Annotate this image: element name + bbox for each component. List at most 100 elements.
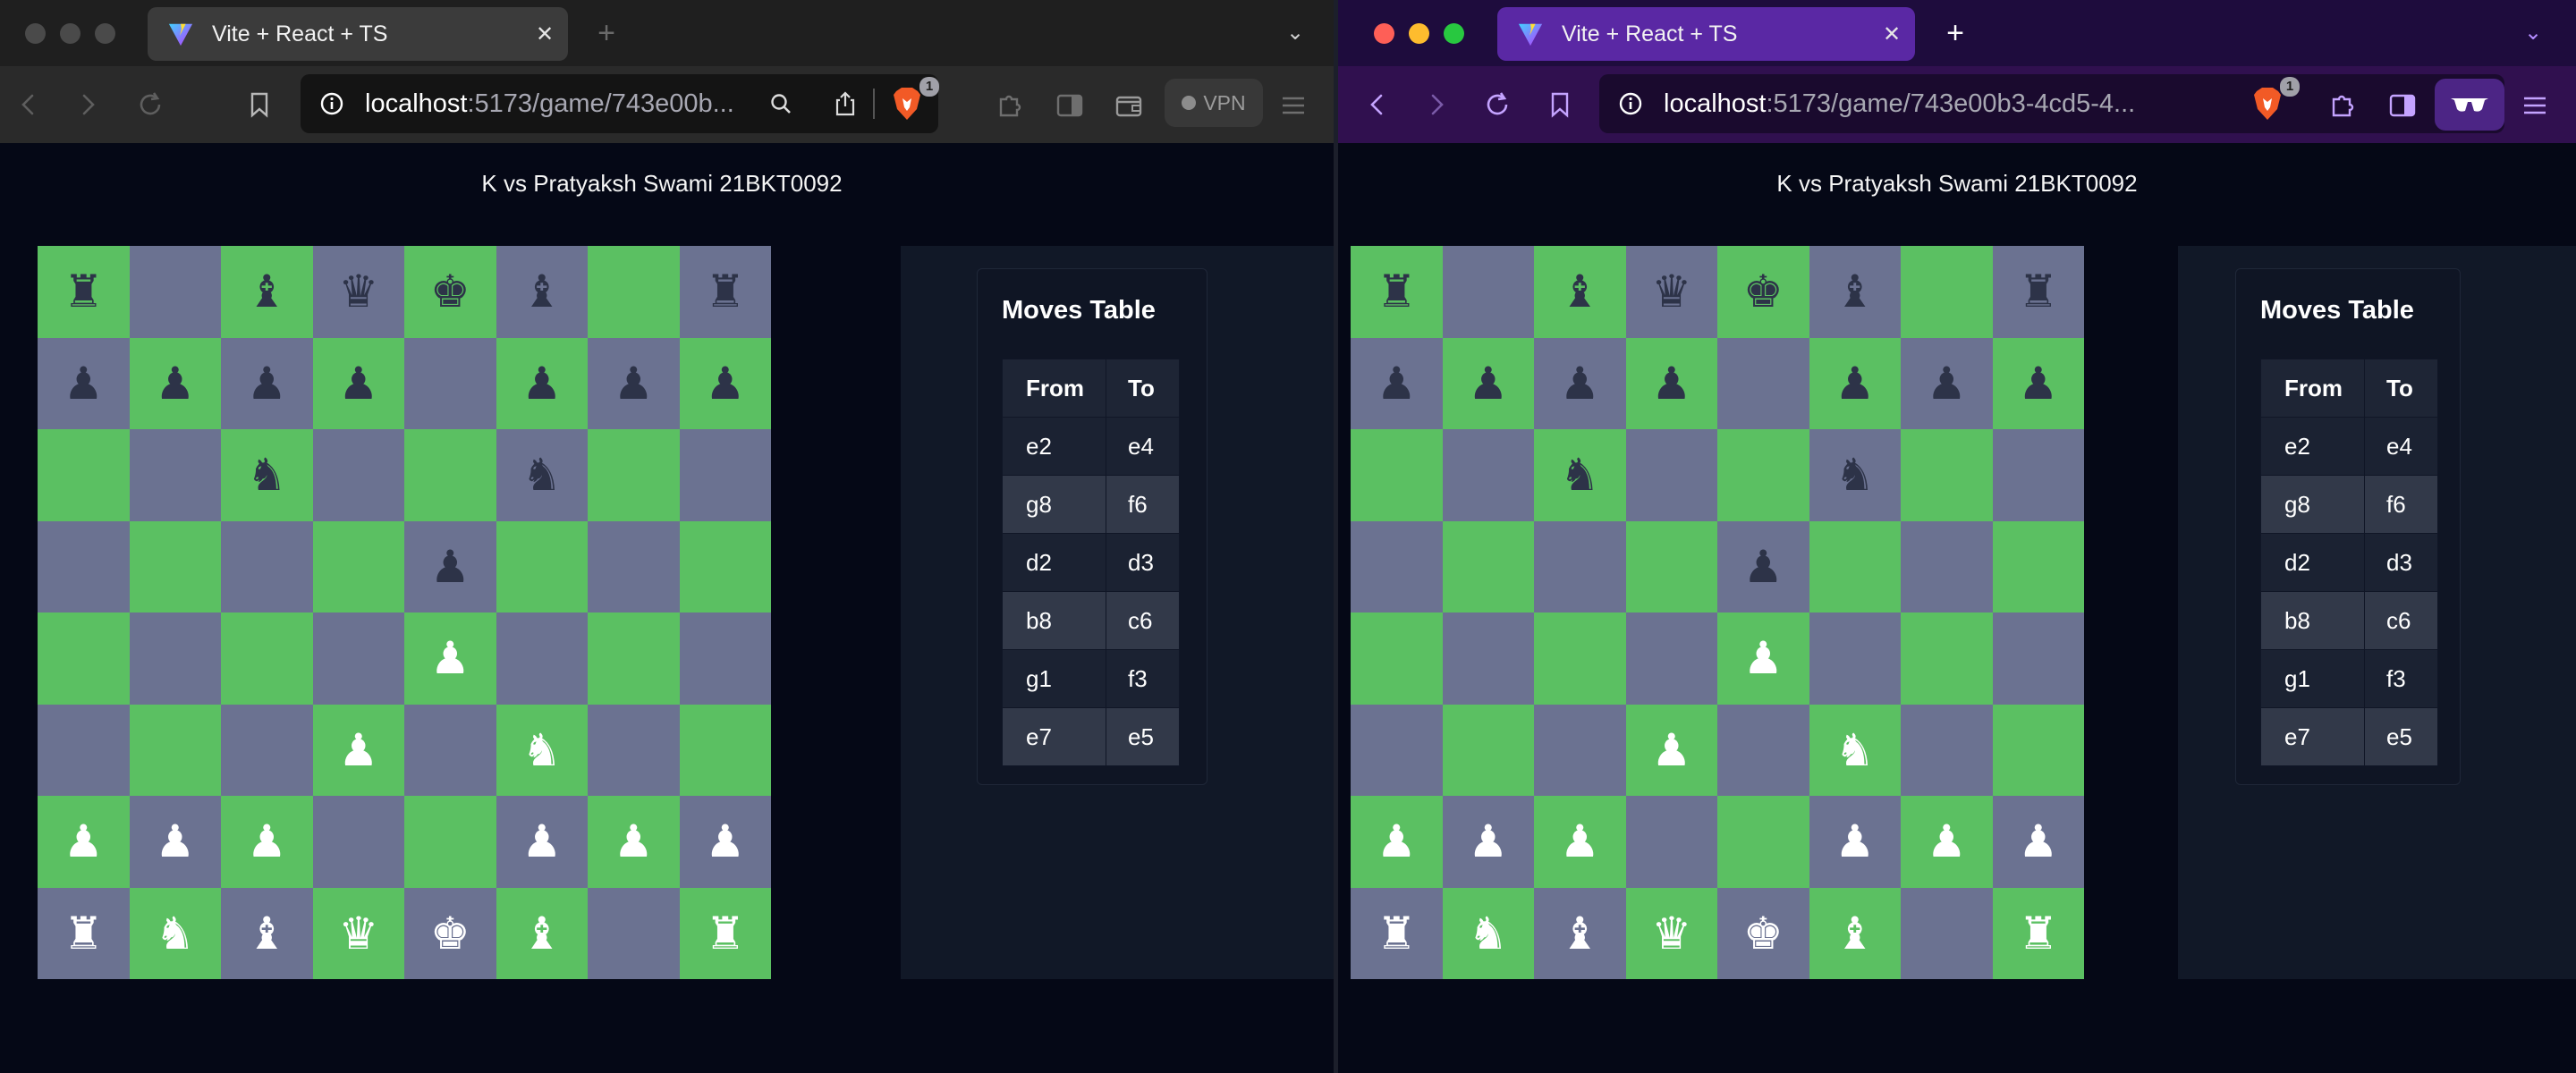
black-rook-icon[interactable]: ♜ [1377, 269, 1417, 314]
new-tab-button[interactable]: + [1937, 16, 1973, 50]
black-pawn-icon[interactable]: ♟ [1468, 361, 1508, 406]
square-h3[interactable] [1992, 704, 2084, 796]
square-d8[interactable]: ♛ [1625, 246, 1717, 338]
square-c8[interactable]: ♝ [221, 246, 313, 338]
forward-arrow-icon[interactable] [1419, 87, 1454, 123]
square-e4[interactable]: ♟ [1717, 613, 1809, 705]
square-g1[interactable] [1901, 887, 1993, 979]
back-arrow-icon[interactable] [11, 87, 47, 123]
square-g3[interactable] [588, 704, 680, 796]
menu-icon[interactable] [1277, 89, 1309, 122]
black-pawn-icon[interactable]: ♟ [1927, 361, 1967, 406]
square-h1[interactable]: ♜ [1992, 887, 2084, 979]
square-e6[interactable] [404, 429, 496, 521]
white-pawn-icon[interactable]: ♟ [1651, 728, 1691, 773]
black-pawn-icon[interactable]: ♟ [338, 361, 378, 406]
square-f6[interactable]: ♞ [496, 429, 588, 521]
white-pawn-icon[interactable]: ♟ [1743, 636, 1784, 680]
black-king-icon[interactable]: ♚ [1743, 269, 1784, 314]
square-e8[interactable]: ♚ [404, 246, 496, 338]
square-b6[interactable] [129, 429, 221, 521]
square-g7[interactable]: ♟ [1901, 337, 1993, 429]
square-h3[interactable] [679, 704, 771, 796]
square-e1[interactable]: ♚ [1717, 887, 1809, 979]
square-e2[interactable] [404, 796, 496, 888]
black-king-icon[interactable]: ♚ [430, 269, 470, 314]
back-arrow-icon[interactable] [1360, 87, 1395, 123]
extensions-icon[interactable] [2327, 89, 2360, 122]
square-b3[interactable] [129, 704, 221, 796]
square-h6[interactable] [679, 429, 771, 521]
black-pawn-icon[interactable]: ♟ [1560, 361, 1600, 406]
square-g2[interactable]: ♟ [1901, 796, 1993, 888]
square-b1[interactable]: ♞ [129, 887, 221, 979]
white-knight-icon[interactable]: ♞ [1835, 728, 1875, 773]
square-h2[interactable]: ♟ [679, 796, 771, 888]
white-bishop-icon[interactable]: ♝ [521, 911, 562, 956]
square-a5[interactable] [1351, 520, 1443, 613]
square-a7[interactable]: ♟ [38, 337, 130, 429]
bookmark-icon[interactable] [242, 87, 277, 123]
square-b4[interactable] [1442, 613, 1534, 705]
white-pawn-icon[interactable]: ♟ [1927, 819, 1967, 864]
square-g7[interactable]: ♟ [588, 337, 680, 429]
square-e7[interactable] [404, 337, 496, 429]
black-pawn-icon[interactable]: ♟ [1835, 361, 1875, 406]
square-e3[interactable] [404, 704, 496, 796]
square-f5[interactable] [1809, 520, 1901, 613]
square-f3[interactable]: ♞ [1809, 704, 1901, 796]
square-c4[interactable] [221, 613, 313, 705]
black-bishop-icon[interactable]: ♝ [521, 269, 562, 314]
square-d5[interactable] [1625, 520, 1717, 613]
square-f4[interactable] [496, 613, 588, 705]
browser-tab[interactable]: Vite + React + TS ✕ [148, 7, 568, 61]
black-rook-icon[interactable]: ♜ [2018, 269, 2058, 314]
square-d8[interactable]: ♛ [312, 246, 404, 338]
square-c1[interactable]: ♝ [221, 887, 313, 979]
square-d5[interactable] [312, 520, 404, 613]
square-b5[interactable] [1442, 520, 1534, 613]
white-pawn-icon[interactable]: ♟ [2018, 819, 2058, 864]
square-h1[interactable]: ♜ [679, 887, 771, 979]
white-rook-icon[interactable]: ♜ [2018, 911, 2058, 956]
share-icon[interactable] [830, 89, 860, 119]
zoom-icon[interactable] [766, 89, 796, 119]
square-c3[interactable] [221, 704, 313, 796]
square-e3[interactable] [1717, 704, 1809, 796]
chess-board[interactable]: ♜ ♝ ♛ ♚ ♝ ♜ ♟ ♟ ♟ ♟ ♟ ♟ ♟ ♞ ♞ ♟ ♟ ♟ ♞ ♟ ♟ ♟ ♟ ♟ ♟ ♜ ♞ ♝ ♛ ♚ ♝ ♜ [38, 246, 771, 979]
menu-icon[interactable] [2519, 89, 2551, 122]
square-c6[interactable]: ♞ [1534, 429, 1626, 521]
square-e8[interactable]: ♚ [1717, 246, 1809, 338]
square-d2[interactable] [1625, 796, 1717, 888]
zoom-window-button[interactable] [95, 23, 115, 44]
square-e5[interactable]: ♟ [1717, 520, 1809, 613]
square-e1[interactable]: ♚ [404, 887, 496, 979]
black-pawn-icon[interactable]: ♟ [1651, 361, 1691, 406]
brave-shields-icon[interactable]: 1 [2251, 77, 2300, 122]
square-h7[interactable]: ♟ [1992, 337, 2084, 429]
square-b6[interactable] [1442, 429, 1534, 521]
white-pawn-icon[interactable]: ♟ [1560, 819, 1600, 864]
close-window-button[interactable] [1374, 23, 1394, 44]
tab-list-chevron-icon[interactable]: ⌄ [1279, 20, 1311, 46]
square-c2[interactable]: ♟ [221, 796, 313, 888]
square-b8[interactable] [129, 246, 221, 338]
minimize-window-button[interactable] [60, 23, 80, 44]
black-pawn-icon[interactable]: ♟ [705, 361, 745, 406]
square-f7[interactable]: ♟ [496, 337, 588, 429]
black-bishop-icon[interactable]: ♝ [1560, 269, 1600, 314]
square-b7[interactable]: ♟ [129, 337, 221, 429]
white-king-icon[interactable]: ♚ [430, 911, 470, 956]
black-rook-icon[interactable]: ♜ [64, 269, 104, 314]
white-pawn-icon[interactable]: ♟ [614, 819, 654, 864]
square-g4[interactable] [588, 613, 680, 705]
black-knight-icon[interactable]: ♞ [1835, 452, 1875, 497]
white-bishop-icon[interactable]: ♝ [1835, 911, 1875, 956]
square-f8[interactable]: ♝ [496, 246, 588, 338]
private-window-glasses-icon[interactable] [2435, 79, 2504, 131]
white-pawn-icon[interactable]: ♟ [64, 819, 104, 864]
black-pawn-icon[interactable]: ♟ [1377, 361, 1417, 406]
square-f1[interactable]: ♝ [1809, 887, 1901, 979]
square-g2[interactable]: ♟ [588, 796, 680, 888]
square-g6[interactable] [1901, 429, 1993, 521]
